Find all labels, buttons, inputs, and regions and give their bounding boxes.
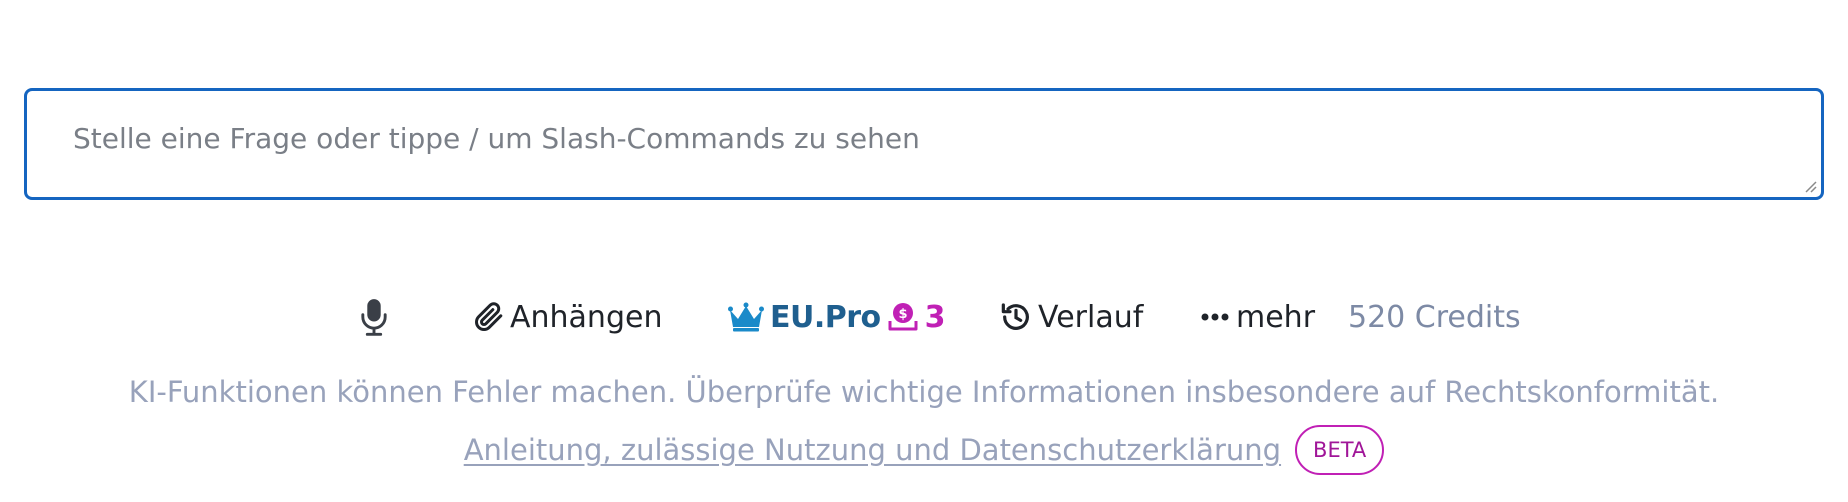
coin-stack-icon: $ — [888, 303, 918, 331]
plan-name: EU.Pro — [770, 299, 881, 335]
microphone-button[interactable] — [360, 292, 388, 342]
footer-links: Anleitung, zulässige Nutzung und Datensc… — [0, 422, 1848, 478]
plan-count: 3 — [924, 299, 946, 335]
more-label: mehr — [1236, 299, 1316, 335]
ai-disclaimer: KI-Funktionen können Fehler machen. Über… — [128, 375, 1720, 409]
history-button[interactable]: Verlauf — [1000, 292, 1143, 342]
ellipsis-icon — [1201, 313, 1229, 321]
attach-label: Anhängen — [510, 299, 663, 335]
attach-button[interactable]: Anhängen — [474, 292, 662, 342]
plan-selector-button[interactable]: EU.Pro $ 3 — [728, 292, 946, 342]
resize-handle[interactable] — [1803, 179, 1817, 193]
beta-badge: BETA — [1295, 425, 1385, 475]
crown-icon — [728, 302, 764, 332]
microphone-icon — [361, 299, 387, 336]
history-icon — [1001, 303, 1029, 330]
svg-text:$: $ — [898, 307, 907, 322]
more-button[interactable]: mehr — [1200, 292, 1315, 342]
usage-guide-link[interactable]: Anleitung, zulässige Nutzung und Datensc… — [464, 433, 1281, 467]
prompt-box — [24, 88, 1824, 200]
paperclip-icon — [475, 302, 503, 331]
history-label: Verlauf — [1038, 299, 1144, 335]
action-toolbar: Anhängen EU.Pro $ 3 Verlauf mehr 520 Cre… — [0, 292, 1848, 342]
credits-counter: 520 Credits — [1348, 299, 1521, 335]
prompt-input[interactable] — [27, 91, 1821, 197]
